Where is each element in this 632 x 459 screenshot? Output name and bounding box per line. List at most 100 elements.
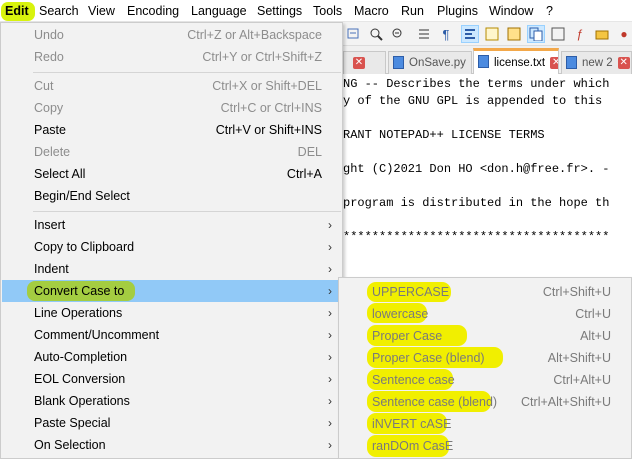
file-icon — [393, 56, 404, 69]
file-icon — [566, 56, 577, 69]
menu-item-cut[interactable]: Cut Ctrl+X or Shift+DEL — [2, 75, 342, 97]
submenu-item-invert-case[interactable]: iNVERT cASE — [339, 413, 631, 435]
show-all-chars-icon[interactable] — [461, 25, 479, 43]
tab-onsave[interactable]: OnSave.py — [388, 51, 472, 74]
menu-item-label: Insert — [34, 218, 66, 232]
menu-item-shortcut: Ctrl+Alt+Shift+U — [521, 395, 611, 409]
menu-item-copy-to-clipboard[interactable]: Copy to Clipboard › — [2, 236, 342, 258]
folder-icon[interactable] — [593, 25, 611, 43]
menu-search[interactable]: Search — [35, 0, 83, 22]
sync-scroll-icon[interactable] — [415, 25, 433, 43]
menubar: Edit Search View Encoding Language Setti… — [0, 0, 632, 22]
submenu-item-sentence-case-blend[interactable]: Sentence case (blend) Ctrl+Alt+Shift+U — [339, 391, 631, 413]
zoom-out-icon[interactable] — [389, 25, 407, 43]
menu-item-shortcut: Ctrl+Shift+U — [542, 285, 611, 299]
menu-item-label: Delete — [34, 145, 71, 159]
menu-item-copy[interactable]: Copy Ctrl+C or Ctrl+INS — [2, 97, 342, 119]
submenu-item-random-case[interactable]: ranDOm CasE — [339, 435, 631, 457]
tab-bar: ✕ OnSave.py license.txt ✕ new 2 ✕ — [343, 46, 632, 74]
menu-item-label: Undo — [34, 28, 64, 42]
menu-item-comment[interactable]: Comment/Uncomment › — [2, 324, 342, 346]
menu-item-shortcut: Ctrl+X or Shift+DEL — [212, 79, 322, 93]
menu-item-eol-conversion[interactable]: EOL Conversion › — [2, 368, 342, 390]
menu-run[interactable]: Run — [397, 0, 428, 22]
menu-item-paste[interactable]: Paste Ctrl+V or Shift+INS — [2, 119, 342, 141]
submenu-item-sentence-case[interactable]: Sentence case Ctrl+Alt+U — [339, 369, 631, 391]
tab-label: new 2 — [582, 57, 613, 69]
chevron-right-icon: › — [328, 416, 332, 430]
menu-settings[interactable]: Settings — [253, 0, 306, 22]
close-icon[interactable]: ✕ — [550, 56, 558, 69]
menu-item-convert-case[interactable]: Convert Case to › — [2, 280, 342, 302]
menu-item-line-operations[interactable]: Line Operations › — [2, 302, 342, 324]
submenu-item-uppercase[interactable]: UPPERCASE Ctrl+Shift+U — [339, 281, 631, 303]
menu-separator — [33, 72, 341, 73]
menu-edit[interactable]: Edit — [1, 0, 33, 22]
menu-item-shortcut: Ctrl+Y or Ctrl+Shift+Z — [202, 50, 322, 64]
chevron-right-icon: › — [328, 438, 332, 452]
menu-item-label: ranDOm CasE — [372, 439, 454, 453]
tab-partial[interactable]: ✕ — [343, 51, 386, 74]
menu-item-insert[interactable]: Insert › — [2, 214, 342, 236]
function-icon[interactable]: ƒ — [571, 25, 589, 43]
menu-item-indent[interactable]: Indent › — [2, 258, 342, 280]
editor-line: program is distributed in the hope th — [343, 196, 610, 210]
replace-icon[interactable] — [345, 25, 363, 43]
close-icon[interactable]: ✕ — [617, 56, 630, 69]
menu-encoding[interactable]: Encoding — [123, 0, 183, 22]
menu-macro[interactable]: Macro — [350, 0, 393, 22]
function-list-icon[interactable] — [505, 25, 523, 43]
menu-item-auto-completion[interactable]: Auto-Completion › — [2, 346, 342, 368]
menu-window[interactable]: Window — [485, 0, 537, 22]
menu-item-label: Proper Case (blend) — [372, 351, 485, 365]
menu-item-label: Blank Operations — [34, 394, 130, 408]
submenu-item-lowercase[interactable]: lowercase Ctrl+U — [339, 303, 631, 325]
menu-item-shortcut: Ctrl+U — [575, 307, 611, 321]
menu-item-label: iNVERT cASE — [372, 417, 452, 431]
menu-item-begin-end-select[interactable]: Begin/End Select — [2, 185, 342, 207]
editor-line: ************************************* — [343, 230, 610, 244]
word-wrap-icon[interactable]: ¶ — [437, 25, 455, 43]
menu-item-label: Begin/End Select — [34, 189, 130, 203]
tab-new2[interactable]: new 2 ✕ — [561, 51, 632, 74]
menu-item-select-all[interactable]: Select All Ctrl+A — [2, 163, 342, 185]
menu-help[interactable]: ? — [542, 0, 557, 22]
menu-item-shortcut: Ctrl+Alt+U — [553, 373, 611, 387]
doc-map-icon[interactable] — [527, 25, 545, 43]
file-icon — [478, 55, 489, 68]
menu-tools[interactable]: Tools — [309, 0, 346, 22]
zoom-icon[interactable] — [367, 25, 385, 43]
menu-item-on-selection[interactable]: On Selection › — [2, 434, 342, 456]
menu-item-label: Copy to Clipboard — [34, 240, 135, 254]
menu-item-label: Cut — [34, 79, 54, 93]
panel-icon[interactable] — [549, 25, 567, 43]
menu-item-shortcut: Ctrl+Z or Alt+Backspace — [187, 28, 322, 42]
menu-item-paste-special[interactable]: Paste Special › — [2, 412, 342, 434]
menu-item-blank-operations[interactable]: Blank Operations › — [2, 390, 342, 412]
menu-item-undo[interactable]: Undo Ctrl+Z or Alt+Backspace — [2, 24, 342, 46]
menu-item-label: Comment/Uncomment — [34, 328, 160, 342]
submenu-item-proper-case[interactable]: Proper Case Alt+U — [339, 325, 631, 347]
chevron-right-icon: › — [328, 328, 332, 342]
menu-item-shortcut: Ctrl+A — [286, 167, 322, 181]
menu-item-shortcut: Ctrl+C or Ctrl+INS — [220, 101, 322, 115]
menu-item-label: Line Operations — [34, 306, 123, 320]
menu-plugins[interactable]: Plugins — [433, 0, 482, 22]
close-icon[interactable]: ✕ — [353, 56, 365, 69]
edit-menu: Undo Ctrl+Z or Alt+Backspace Redo Ctrl+Y… — [0, 22, 343, 459]
menu-item-label: Indent — [34, 262, 69, 276]
menu-item-delete[interactable]: Delete DEL — [2, 141, 342, 163]
chevron-right-icon: › — [328, 240, 332, 254]
record-icon[interactable]: ● — [615, 25, 632, 43]
menu-item-label: Sentence case (blend) — [372, 395, 498, 409]
menu-item-label: Convert Case to — [34, 284, 125, 298]
submenu-item-proper-case-blend[interactable]: Proper Case (blend) Alt+Shift+U — [339, 347, 631, 369]
chevron-right-icon: › — [328, 306, 332, 320]
menu-separator — [33, 211, 341, 212]
menu-language[interactable]: Language — [187, 0, 251, 22]
menu-view[interactable]: View — [84, 0, 119, 22]
tab-license[interactable]: license.txt ✕ — [473, 48, 559, 74]
indent-guide-icon[interactable] — [483, 25, 501, 43]
menu-item-redo[interactable]: Redo Ctrl+Y or Ctrl+Shift+Z — [2, 46, 342, 68]
editor-line: ght (C)2021 Don HO <don.h@free.fr>. - — [343, 162, 610, 176]
